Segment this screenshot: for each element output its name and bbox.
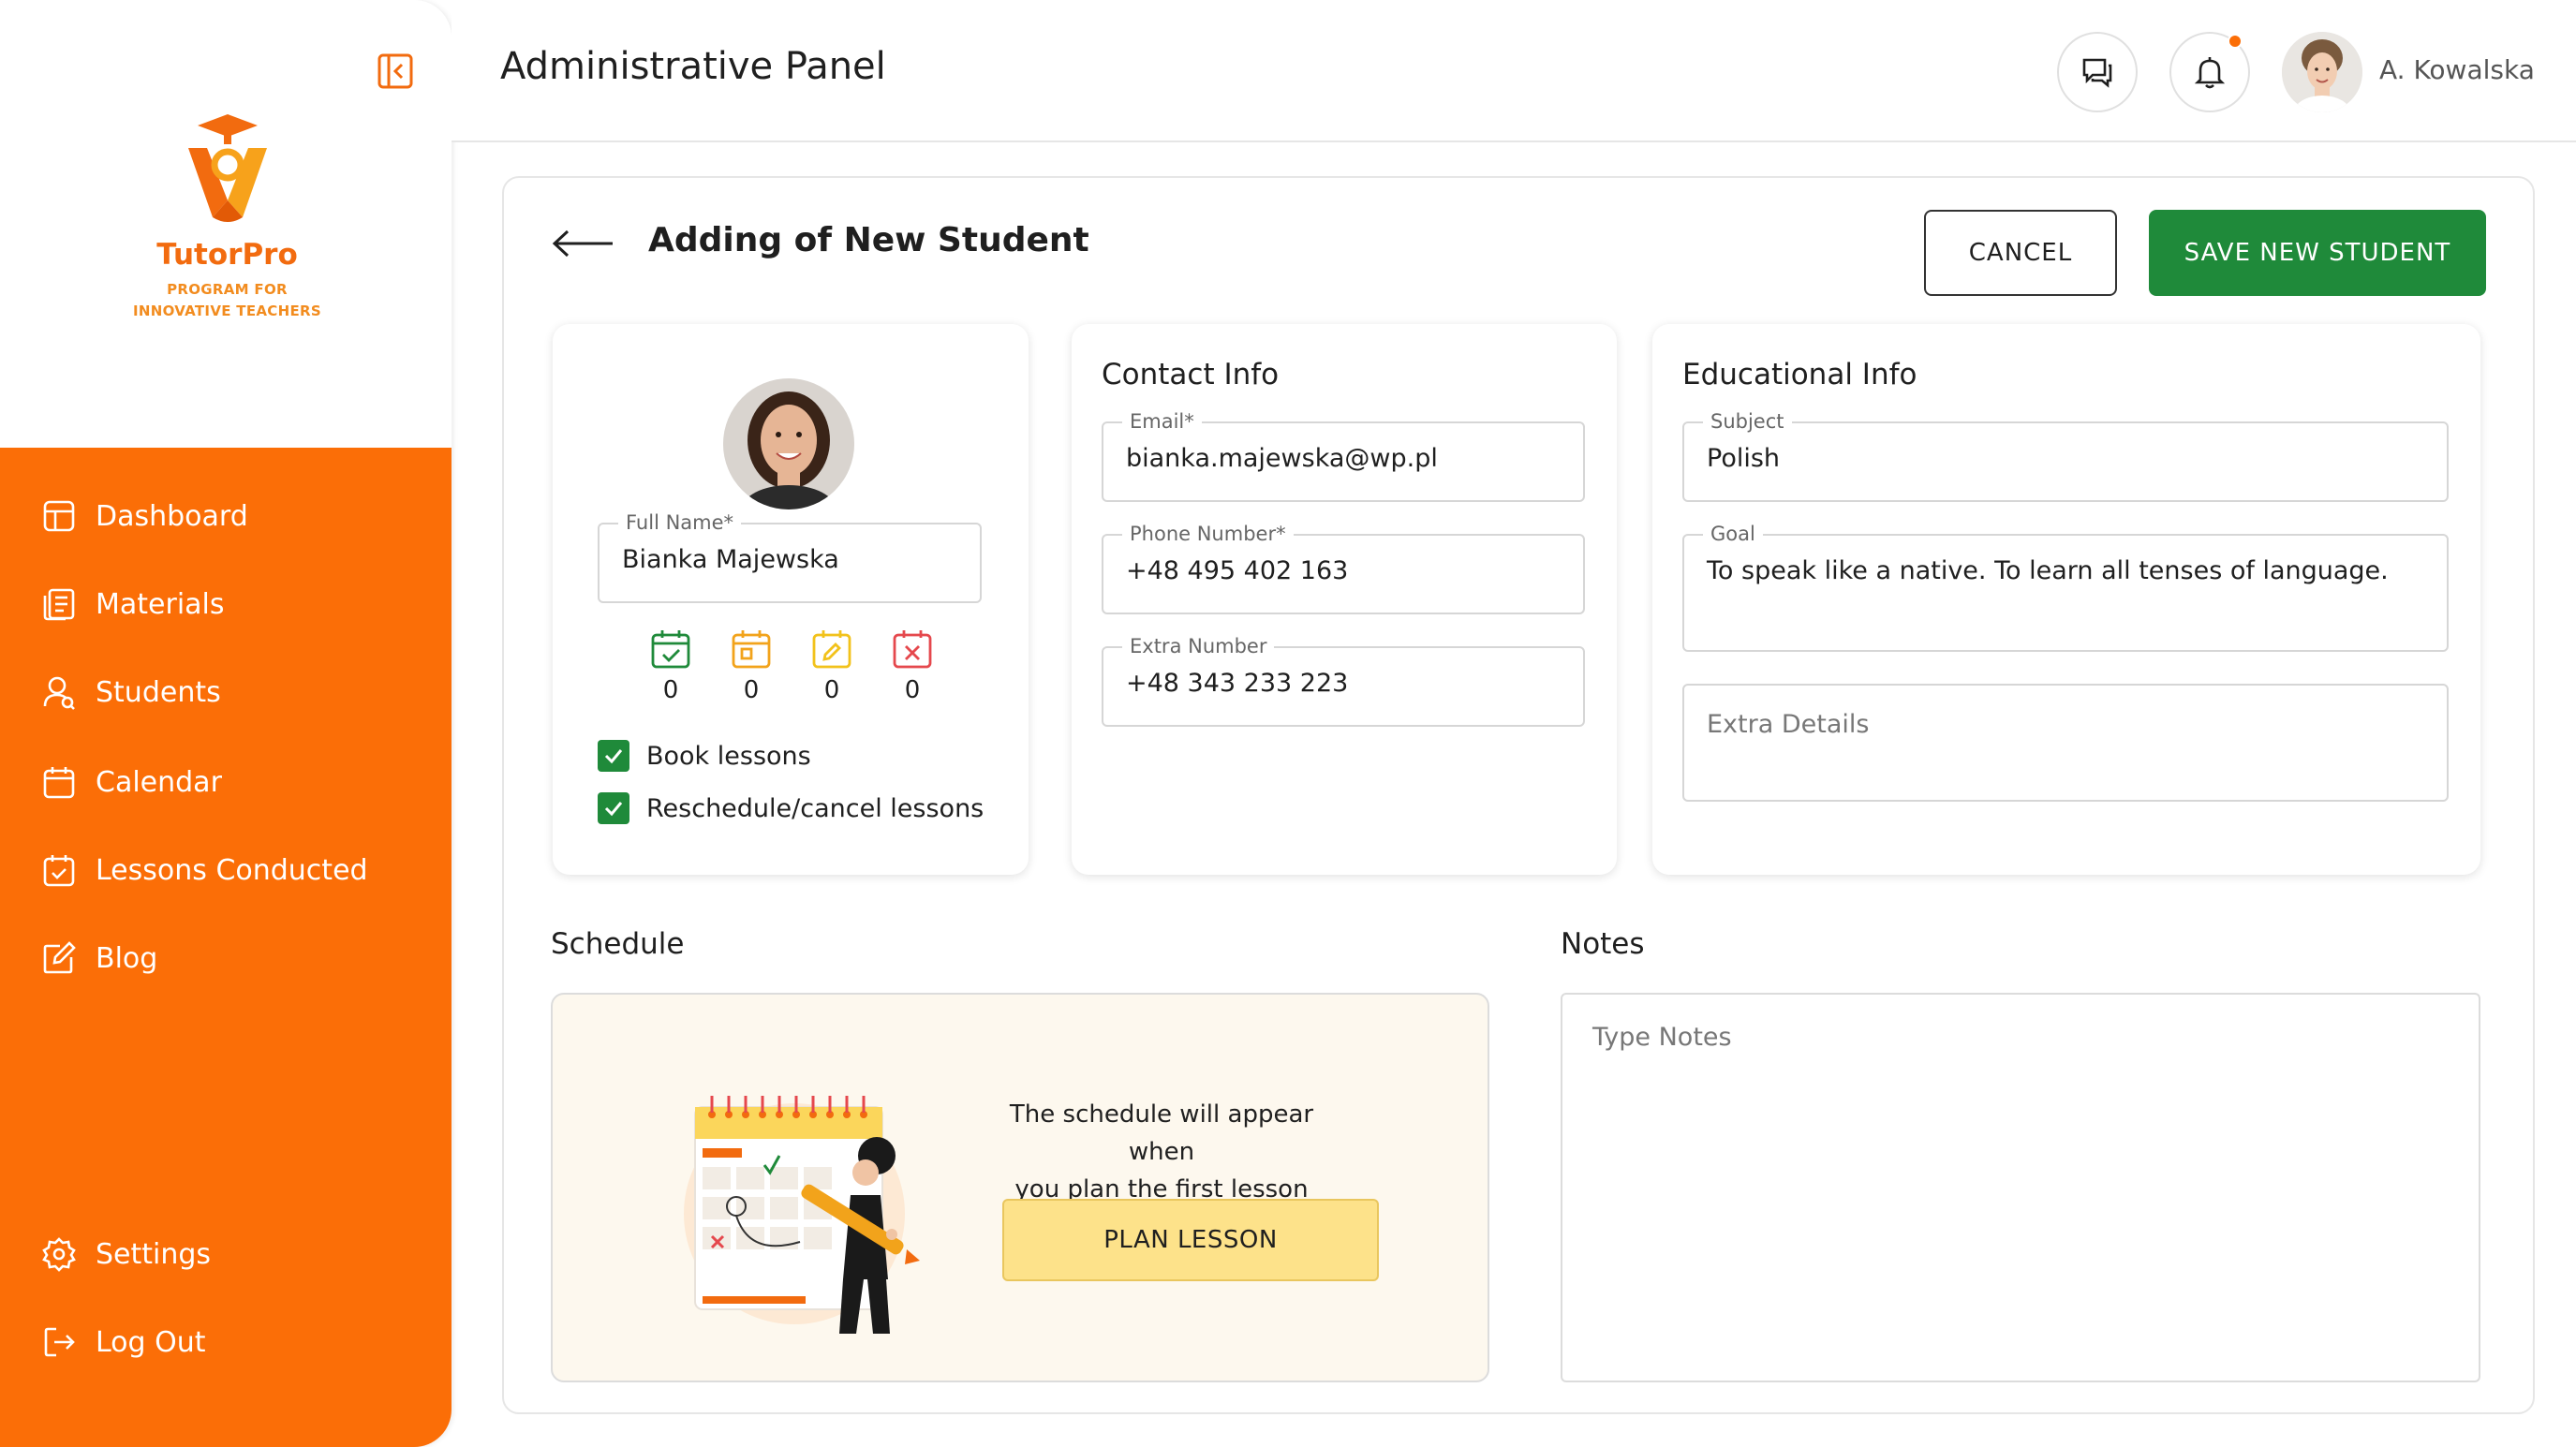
stat-edited-count: 0 <box>823 676 840 704</box>
logo-icon <box>187 114 267 222</box>
sidebar-item-blog[interactable]: Blog <box>41 935 157 982</box>
form-title: Adding of New Student <box>648 221 1089 259</box>
permission-book-lessons[interactable]: Book lessons <box>598 740 811 772</box>
stat-scheduled: 0 <box>727 628 776 704</box>
email-field[interactable]: Email* bianka.majewska@wp.pl <box>1102 410 1585 502</box>
extra-number-value[interactable]: +48 343 233 223 <box>1126 669 1348 698</box>
user-avatar-image <box>2282 32 2362 112</box>
notes-title: Notes <box>1561 927 1645 961</box>
student-photo-image <box>723 378 854 509</box>
plan-lesson-button[interactable]: PLAN LESSON <box>1002 1199 1379 1281</box>
subject-value[interactable]: Polish <box>1707 444 1780 473</box>
students-icon <box>43 676 75 710</box>
sidebar-item-materials[interactable]: Materials <box>41 581 225 628</box>
profile-card: Full Name* Bianka Majewska 0 0 0 0 Book … <box>553 324 1029 875</box>
materials-icon <box>43 588 75 621</box>
sidebar-item-logout[interactable]: Log Out <box>41 1319 206 1366</box>
notes-placeholder: Type Notes <box>1592 1023 1732 1052</box>
extra-number-field[interactable]: Extra Number +48 343 233 223 <box>1102 635 1585 727</box>
phone-field[interactable]: Phone Number* +48 495 402 163 <box>1102 523 1585 614</box>
logout-icon <box>44 1327 75 1357</box>
reschedule-lessons-checkbox[interactable] <box>598 792 629 824</box>
add-student-panel: Adding of New Student CANCEL SAVE NEW ST… <box>502 176 2535 1414</box>
top-header: Administrative Panel A. Kowalska <box>452 0 2576 142</box>
email-value[interactable]: bianka.majewska@wp.pl <box>1126 444 1438 473</box>
calendar-check-icon <box>43 855 75 887</box>
brand-name: TutorPro <box>156 238 298 272</box>
book-lessons-label: Book lessons <box>646 741 811 771</box>
calendar-square-icon <box>732 630 771 669</box>
back-arrow-icon[interactable] <box>551 227 616 260</box>
bell-icon <box>2194 57 2226 89</box>
user-avatar[interactable] <box>2282 32 2362 112</box>
calendar-edit-icon <box>812 630 851 669</box>
gear-icon <box>42 1237 76 1272</box>
sidebar: TutorPro PROGRAM FOR INNOVATIVE TEACHERS… <box>0 0 452 1447</box>
stat-cancelled: 0 <box>888 628 937 704</box>
stat-booked: 0 <box>646 628 695 704</box>
stat-cancelled-count: 0 <box>904 676 921 704</box>
sidebar-item-dashboard[interactable]: Dashboard <box>41 493 248 539</box>
extra-details-field[interactable]: Extra Details <box>1682 684 2449 802</box>
page-title: Administrative Panel <box>500 45 886 88</box>
save-new-student-button[interactable]: SAVE NEW STUDENT <box>2149 210 2486 296</box>
stat-scheduled-count: 0 <box>743 676 760 704</box>
educational-info-card: Educational Info Subject Polish Goal To … <box>1652 324 2480 875</box>
goal-value[interactable]: To speak like a native. To learn all ten… <box>1707 556 2389 585</box>
subject-label: Subject <box>1703 410 1792 433</box>
sidebar-item-calendar[interactable]: Calendar <box>41 759 222 805</box>
notifications-button[interactable] <box>2169 32 2250 112</box>
student-photo[interactable] <box>723 378 854 509</box>
extra-details-placeholder: Extra Details <box>1707 710 1870 739</box>
full-name-label: Full Name* <box>618 511 742 534</box>
checkmark-icon <box>604 749 623 764</box>
schedule-empty-message: The schedule will appear when you plan t… <box>1009 1100 1314 1203</box>
stat-booked-count: 0 <box>662 676 679 704</box>
contact-info-card: Contact Info Email* bianka.majewska@wp.p… <box>1072 324 1617 875</box>
phone-label: Phone Number* <box>1122 523 1294 545</box>
messages-button[interactable] <box>2057 32 2138 112</box>
sidebar-item-students[interactable]: Students <box>41 669 221 716</box>
sidebar-item-settings[interactable]: Settings <box>41 1231 211 1277</box>
cancel-button[interactable]: CANCEL <box>1924 210 2117 296</box>
checkmark-icon <box>604 802 623 817</box>
brand-tagline: PROGRAM FOR INNOVATIVE TEACHERS <box>133 281 321 319</box>
calendar-cancel-icon <box>893 630 932 669</box>
full-name-field[interactable]: Full Name* Bianka Majewska <box>598 511 982 603</box>
goal-field[interactable]: Goal To speak like a native. To learn al… <box>1682 523 2449 652</box>
sidebar-header: TutorPro PROGRAM FOR INNOVATIVE TEACHERS <box>0 0 452 448</box>
schedule-illustration <box>684 1096 920 1334</box>
notification-dot <box>2228 34 2243 49</box>
edit-icon <box>43 941 76 974</box>
schedule-empty-state: The schedule will appear when you plan t… <box>551 993 1489 1382</box>
permission-reschedule-lessons[interactable]: Reschedule/cancel lessons <box>598 792 984 824</box>
contact-info-title: Contact Info <box>1102 358 1280 391</box>
chat-icon <box>2082 58 2112 88</box>
full-name-value[interactable]: Bianka Majewska <box>622 545 839 574</box>
educational-info-title: Educational Info <box>1682 358 1917 391</box>
calendar-icon <box>43 767 75 799</box>
brand-logo: TutorPro PROGRAM FOR INNOVATIVE TEACHERS <box>112 111 342 322</box>
schedule-title: Schedule <box>551 927 685 961</box>
email-label: Email* <box>1122 410 1202 433</box>
user-name[interactable]: A. Kowalska <box>2379 54 2535 85</box>
subject-field[interactable]: Subject Polish <box>1682 410 2449 502</box>
book-lessons-checkbox[interactable] <box>598 740 629 772</box>
phone-value[interactable]: +48 495 402 163 <box>1126 556 1348 585</box>
sidebar-item-lessons-conducted[interactable]: Lessons Conducted <box>41 847 368 893</box>
extra-number-label: Extra Number <box>1122 635 1275 657</box>
dashboard-icon <box>43 500 75 532</box>
collapse-sidebar-icon[interactable] <box>377 52 414 90</box>
reschedule-lessons-label: Reschedule/cancel lessons <box>646 793 985 823</box>
calendar-check-icon <box>651 630 690 669</box>
stat-edited: 0 <box>807 628 856 704</box>
goal-label: Goal <box>1703 523 1763 545</box>
notes-textarea[interactable]: Type Notes <box>1561 993 2480 1382</box>
sidebar-menu: Dashboard Materials Students Calendar Le… <box>0 448 452 1447</box>
